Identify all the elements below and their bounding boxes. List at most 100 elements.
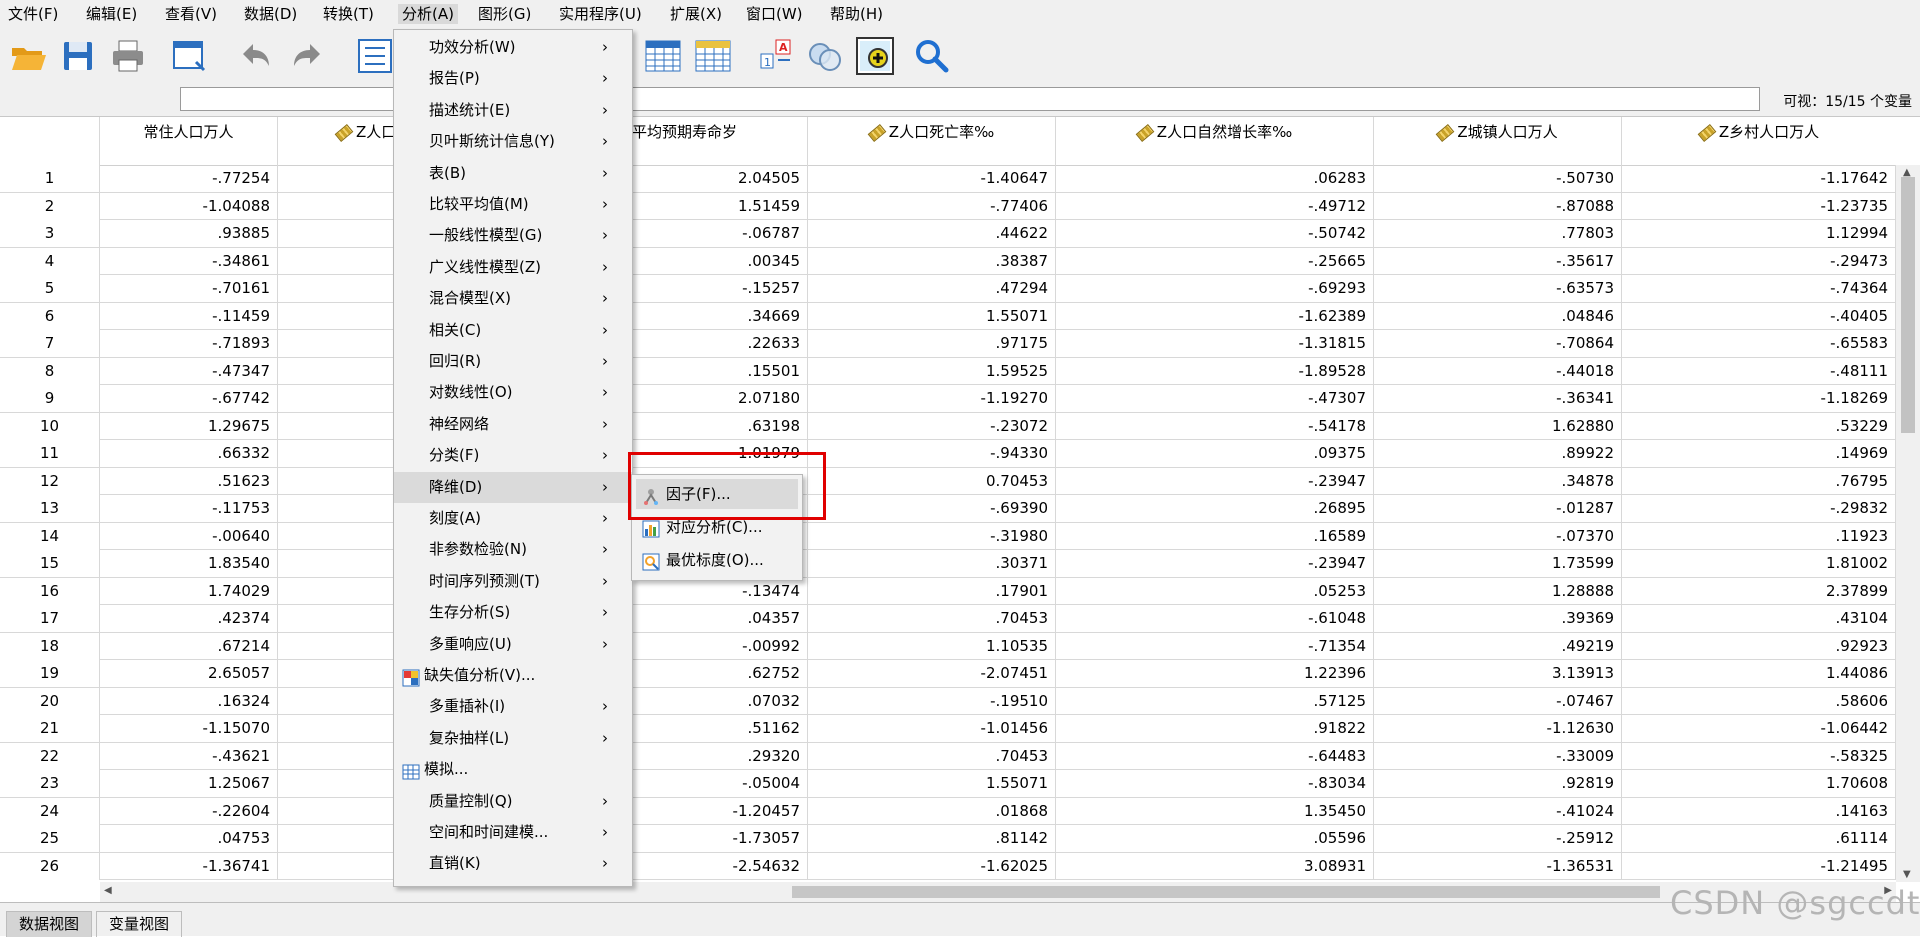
table-cell[interactable]: .42374 (100, 605, 278, 632)
table-cell[interactable]: -1.23735 (1622, 192, 1896, 220)
split-file-icon[interactable]: 1A (758, 36, 798, 76)
table-cell[interactable]: .38387 (808, 247, 1056, 275)
menu-item[interactable]: 报告(P) › (394, 63, 632, 94)
menu-extensions[interactable]: 扩展(X) (670, 4, 722, 24)
row-number[interactable]: 5 (0, 275, 100, 302)
table-cell[interactable]: .61114 (1622, 825, 1896, 852)
table-cell[interactable]: -.48111 (1622, 357, 1896, 385)
table-cell[interactable]: -.47347 (100, 357, 278, 385)
column-header[interactable]: Z城镇人口万人 (1374, 117, 1622, 165)
table-cell[interactable]: 1.25067 (100, 770, 278, 797)
row-number[interactable]: 1 (0, 165, 100, 192)
table-cell[interactable]: .43104 (1622, 605, 1896, 632)
vertical-scrollbar[interactable]: ▲ ▼ (1896, 165, 1920, 882)
table-cell[interactable]: 1.35450 (1056, 797, 1374, 825)
table-cell[interactable]: -1.15070 (100, 715, 278, 742)
table-cell[interactable]: -.71354 (1056, 632, 1374, 660)
menu-item[interactable]: 一般线性模型(G) › (394, 220, 632, 251)
vertical-scroll-thumb[interactable] (1901, 177, 1915, 433)
table-cell[interactable]: .53229 (1622, 412, 1896, 440)
table-cell[interactable]: -.64483 (1056, 742, 1374, 770)
table-cell[interactable]: .92923 (1622, 632, 1896, 660)
menu-item[interactable]: 分类(F) › (394, 440, 632, 471)
table-cell[interactable]: .97175 (808, 330, 1056, 357)
table-cell[interactable]: 1.62880 (1374, 412, 1622, 440)
row-number[interactable]: 23 (0, 770, 100, 797)
table-cell[interactable]: -.77254 (100, 165, 278, 192)
table-cell[interactable]: -.49712 (1056, 192, 1374, 220)
submenu-item[interactable]: 因子(F)... (636, 479, 798, 509)
table-cell[interactable]: 0.70453 (808, 467, 1056, 495)
column-header[interactable]: Z乡村人口万人 (1622, 117, 1896, 165)
menu-window[interactable]: 窗口(W) (746, 4, 803, 24)
table-cell[interactable]: -.61048 (1056, 605, 1374, 632)
menu-help[interactable]: 帮助(H) (830, 4, 883, 24)
menu-item[interactable]: 多重插补(I) › (394, 691, 632, 722)
table-cell[interactable]: 1.59525 (808, 357, 1056, 385)
table-cell[interactable]: .17901 (808, 577, 1056, 605)
table-cell[interactable]: 2.37899 (1622, 577, 1896, 605)
menu-item[interactable]: 神经网络 › (394, 409, 632, 440)
menu-transform[interactable]: 转换(T) (323, 4, 374, 24)
use-sets-icon[interactable] (805, 36, 845, 76)
table-cell[interactable]: .11923 (1622, 522, 1896, 550)
menu-item[interactable]: 多重响应(U) › (394, 629, 632, 660)
table-cell[interactable]: .44622 (808, 220, 1056, 247)
menu-file[interactable]: 文件(F) (8, 4, 58, 24)
table-cell[interactable]: -.00640 (100, 522, 278, 550)
table-cell[interactable]: .04846 (1374, 302, 1622, 330)
table-cell[interactable]: -.58325 (1622, 742, 1896, 770)
row-number[interactable]: 13 (0, 495, 100, 522)
table-cell[interactable]: -.34861 (100, 247, 278, 275)
table-cell[interactable]: -.11753 (100, 495, 278, 522)
select-cases-icon[interactable] (855, 36, 895, 76)
table-cell[interactable]: -.07370 (1374, 522, 1622, 550)
menu-analyze[interactable]: 分析(A) (398, 4, 458, 24)
row-number[interactable]: 17 (0, 605, 100, 632)
table-cell[interactable]: .14969 (1622, 440, 1896, 467)
table-cell[interactable]: -.23072 (808, 412, 1056, 440)
table-cell[interactable]: 1.10535 (808, 632, 1056, 660)
row-number[interactable]: 12 (0, 467, 100, 495)
menu-item[interactable]: 直销(K) › (394, 848, 632, 879)
menu-item[interactable]: 相关(C) › (394, 315, 632, 346)
menu-item[interactable]: 生存分析(S) › (394, 597, 632, 628)
row-number[interactable]: 25 (0, 825, 100, 852)
table-cell[interactable]: -.50742 (1056, 220, 1374, 247)
row-number[interactable]: 14 (0, 522, 100, 550)
tab-data-view[interactable]: 数据视图 (6, 911, 93, 937)
table-cell[interactable]: 1.83540 (100, 550, 278, 577)
undo-icon[interactable] (235, 36, 275, 76)
row-number[interactable]: 8 (0, 357, 100, 385)
menu-item[interactable]: 广义线性模型(Z) › (394, 252, 632, 283)
table-cell[interactable]: -.94330 (808, 440, 1056, 467)
table-cell[interactable]: -.23947 (1056, 550, 1374, 577)
table-cell[interactable]: -.70864 (1374, 330, 1622, 357)
table-cell[interactable]: .70453 (808, 605, 1056, 632)
table-cell[interactable]: .06283 (1056, 165, 1374, 192)
scroll-down-icon[interactable]: ▼ (1903, 869, 1911, 880)
column-header[interactable]: Z人口死亡率‰ (808, 117, 1056, 165)
table-cell[interactable]: 1.55071 (808, 770, 1056, 797)
table-cell[interactable]: .14163 (1622, 797, 1896, 825)
table-cell[interactable]: .92819 (1374, 770, 1622, 797)
table-cell[interactable]: 1.28888 (1374, 577, 1622, 605)
table-cell[interactable]: -.47307 (1056, 385, 1374, 412)
redo-icon[interactable] (288, 36, 328, 76)
menu-item[interactable]: 复杂抽样(L) › (394, 723, 632, 754)
menu-item[interactable]: 缺失值分析(V)... (394, 660, 632, 691)
open-folder-icon[interactable] (8, 36, 48, 76)
row-number[interactable]: 21 (0, 715, 100, 742)
table-cell[interactable]: .66332 (100, 440, 278, 467)
table-cell[interactable]: -.23947 (1056, 467, 1374, 495)
menu-data[interactable]: 数据(D) (244, 4, 297, 24)
table-cell[interactable]: -.69390 (808, 495, 1056, 522)
print-icon[interactable] (108, 36, 148, 76)
table-cell[interactable]: .26895 (1056, 495, 1374, 522)
table-cell[interactable]: 1.55071 (808, 302, 1056, 330)
table-cell[interactable]: -1.36531 (1374, 852, 1622, 880)
table-cell[interactable]: .09375 (1056, 440, 1374, 467)
table-cell[interactable]: -.22604 (100, 797, 278, 825)
table-cell[interactable]: .57125 (1056, 687, 1374, 715)
table-cell[interactable]: -.71893 (100, 330, 278, 357)
